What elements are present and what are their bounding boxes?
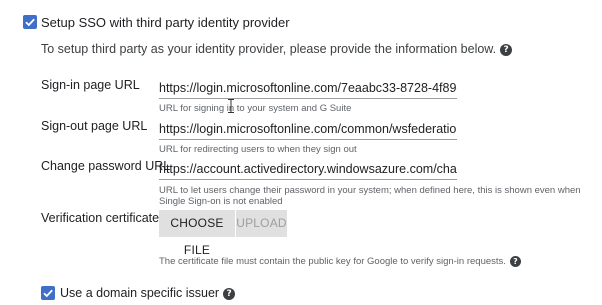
domain-issuer-row: Use a domain specific issuer? <box>60 286 236 300</box>
sso-intro-text: To setup third party as your identity pr… <box>41 42 497 56</box>
sso-checkbox[interactable] <box>23 15 37 29</box>
text-cursor-icon <box>228 99 234 113</box>
signout-url-input[interactable]: https://login.microsoftonline.com/common… <box>159 119 457 140</box>
domain-issuer-checkbox[interactable] <box>41 286 55 300</box>
help-icon[interactable]: ? <box>509 256 521 267</box>
signout-url-hint: URL for redirecting users to when they s… <box>159 144 357 155</box>
change-password-url-label: Change password URL <box>41 159 171 173</box>
domain-issuer-label: Use a domain specific issuer <box>60 286 220 300</box>
change-password-url-hint: URL to let users change their password i… <box>159 185 581 207</box>
certificate-hint: The certificate file must contain the pu… <box>159 256 521 267</box>
signin-url-label: Sign-in page URL <box>41 78 140 92</box>
upload-button[interactable]: UPLOAD <box>236 210 287 237</box>
help-icon[interactable]: ? <box>500 43 513 56</box>
signout-url-label: Sign-out page URL <box>41 119 148 133</box>
certificate-hint-text: The certificate file must contain the pu… <box>159 256 506 268</box>
checkmark-icon <box>43 289 53 298</box>
sso-title: Setup SSO with third party identity prov… <box>41 15 290 30</box>
checkmark-icon <box>25 18 35 27</box>
help-icon[interactable]: ? <box>223 287 236 300</box>
verification-certificate-label: Verification certificate <box>41 211 160 225</box>
change-password-url-input[interactable]: https://account.activedirectory.windowsa… <box>159 159 457 180</box>
sso-intro: To setup third party as your identity pr… <box>41 42 513 56</box>
signin-url-hint: URL for signing in to your system and G … <box>159 103 352 114</box>
signin-url-input[interactable]: https://login.microsoftonline.com/7eaabc… <box>159 78 457 99</box>
choose-file-button[interactable]: CHOOSE FILE <box>159 210 235 257</box>
